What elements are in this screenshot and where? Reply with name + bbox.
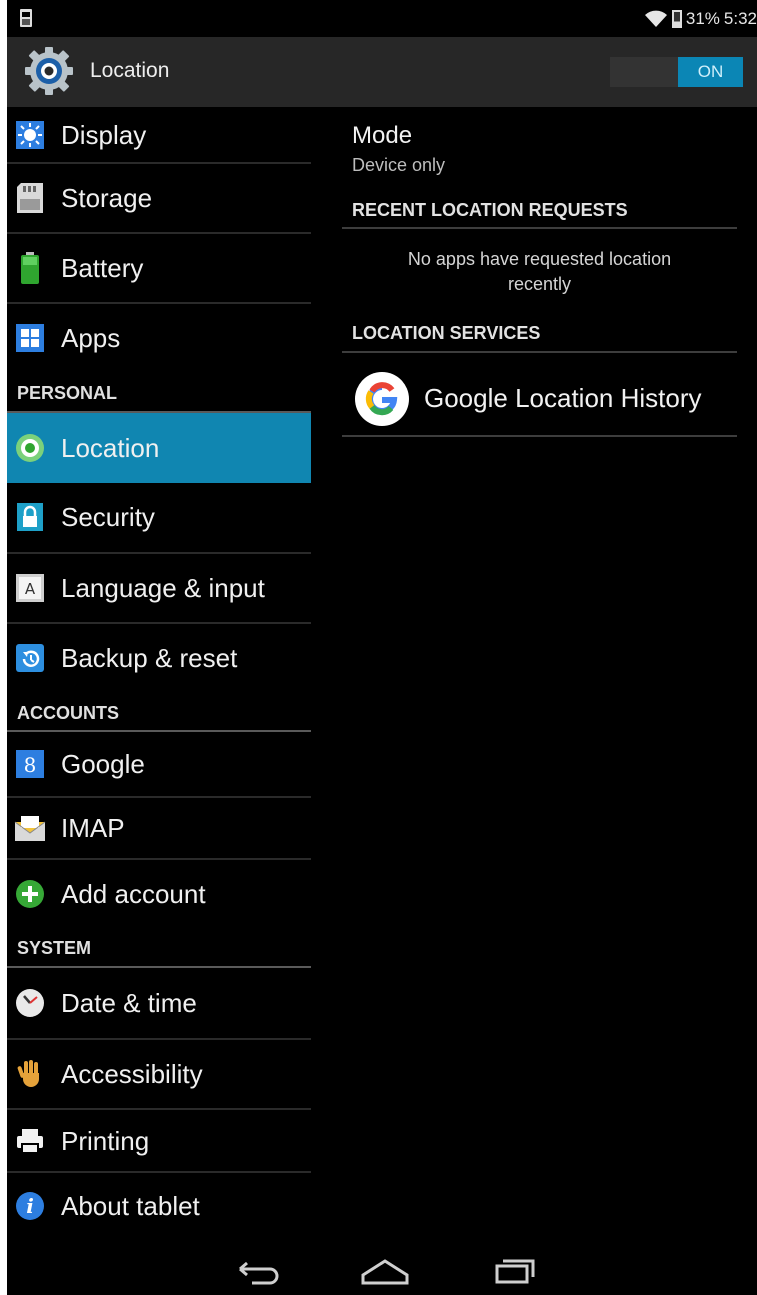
settings-item-date-time[interactable]: Date & time — [7, 968, 311, 1038]
settings-item-apps[interactable]: Apps — [7, 304, 311, 372]
page-title: Location — [90, 59, 170, 82]
settings-item-label: Location — [61, 433, 160, 463]
settings-item-label: Language & input — [61, 573, 265, 603]
google-location-history-label: Google Location History — [424, 383, 702, 413]
settings-item-label: Google — [61, 748, 145, 779]
clock-icon — [13, 986, 47, 1020]
action-bar: Location ON — [7, 37, 757, 107]
settings-item-language[interactable]: A Language & input — [7, 554, 311, 622]
settings-item-add-account[interactable]: Add account — [7, 860, 311, 928]
hand-icon — [13, 1057, 47, 1091]
battery-icon — [13, 251, 47, 285]
toggle-on-label: ON — [678, 57, 743, 87]
settings-gear-icon[interactable] — [24, 45, 74, 97]
google-g-icon — [355, 372, 409, 426]
section-header-system: SYSTEM — [17, 938, 92, 958]
notification-icon — [20, 9, 32, 27]
settings-item-label: Battery — [61, 253, 144, 283]
apps-icon — [13, 321, 47, 355]
svg-text:8: 8 — [24, 753, 37, 777]
settings-item-label: Printing — [61, 1126, 150, 1156]
settings-item-label: Security — [61, 502, 155, 532]
settings-item-label: IMAP — [61, 813, 125, 843]
printer-icon — [13, 1124, 47, 1158]
settings-item-printing[interactable]: Printing — [7, 1110, 311, 1172]
mode-value: Device only — [352, 155, 446, 175]
navigation-bar — [7, 1245, 757, 1295]
display-icon — [13, 118, 47, 152]
mode-setting[interactable]: Mode — [352, 122, 412, 150]
settings-item-label: Date & time — [61, 988, 197, 1018]
settings-item-label: Apps — [61, 323, 121, 353]
back-icon[interactable] — [232, 1253, 284, 1287]
storage-icon — [13, 181, 47, 215]
section-header-recent-requests: RECENT LOCATION REQUESTS — [352, 200, 628, 220]
svg-text:i: i — [26, 1194, 34, 1218]
battery-percent: 31% — [685, 9, 720, 28]
settings-item-label: About tablet — [61, 1191, 200, 1221]
settings-item-backup[interactable]: Backup & reset — [7, 624, 311, 692]
google-location-history-item[interactable]: Google Location History — [342, 363, 737, 435]
settings-item-google-account[interactable]: 8 Google — [7, 732, 311, 795]
location-icon — [13, 431, 47, 465]
backup-icon — [13, 641, 47, 675]
settings-item-security[interactable]: Security — [7, 483, 311, 551]
svg-text:A: A — [25, 580, 36, 598]
settings-item-battery[interactable]: Battery — [7, 234, 311, 302]
settings-item-label: Add account — [61, 879, 206, 909]
location-toggle[interactable]: ON — [610, 57, 743, 87]
battery-icon — [671, 10, 682, 28]
settings-item-about-tablet[interactable]: i About tablet — [7, 1173, 311, 1239]
section-header-accounts: ACCOUNTS — [17, 703, 119, 723]
settings-item-location[interactable]: Location — [7, 413, 311, 483]
empty-recent-message: No apps have requested location recently — [407, 249, 672, 294]
settings-screen: 31% 5:32 Location ON Display Storage Bat… — [7, 0, 757, 1295]
lock-icon — [13, 500, 47, 534]
status-bar: 31% 5:32 — [7, 0, 757, 37]
section-header-personal: PERSONAL — [17, 383, 118, 403]
settings-item-label: Display — [61, 119, 147, 150]
google-account-icon: 8 — [13, 747, 47, 781]
info-icon: i — [13, 1189, 47, 1223]
settings-item-label: Accessibility — [61, 1059, 203, 1089]
settings-item-imap[interactable]: IMAP — [7, 798, 311, 858]
envelope-icon — [13, 811, 47, 845]
clock-time: 5:32 — [723, 9, 757, 28]
add-icon — [13, 877, 47, 911]
settings-item-label: Backup & reset — [61, 643, 238, 673]
settings-item-display[interactable]: Display — [7, 107, 311, 162]
wifi-icon — [644, 10, 667, 27]
settings-item-storage[interactable]: Storage — [7, 164, 311, 232]
settings-item-label: Storage — [61, 183, 153, 213]
settings-item-accessibility[interactable]: Accessibility — [7, 1040, 311, 1108]
recent-apps-icon[interactable] — [489, 1253, 541, 1287]
home-icon[interactable] — [359, 1253, 411, 1287]
language-icon: A — [13, 571, 47, 605]
section-header-location-services: LOCATION SERVICES — [352, 323, 541, 343]
